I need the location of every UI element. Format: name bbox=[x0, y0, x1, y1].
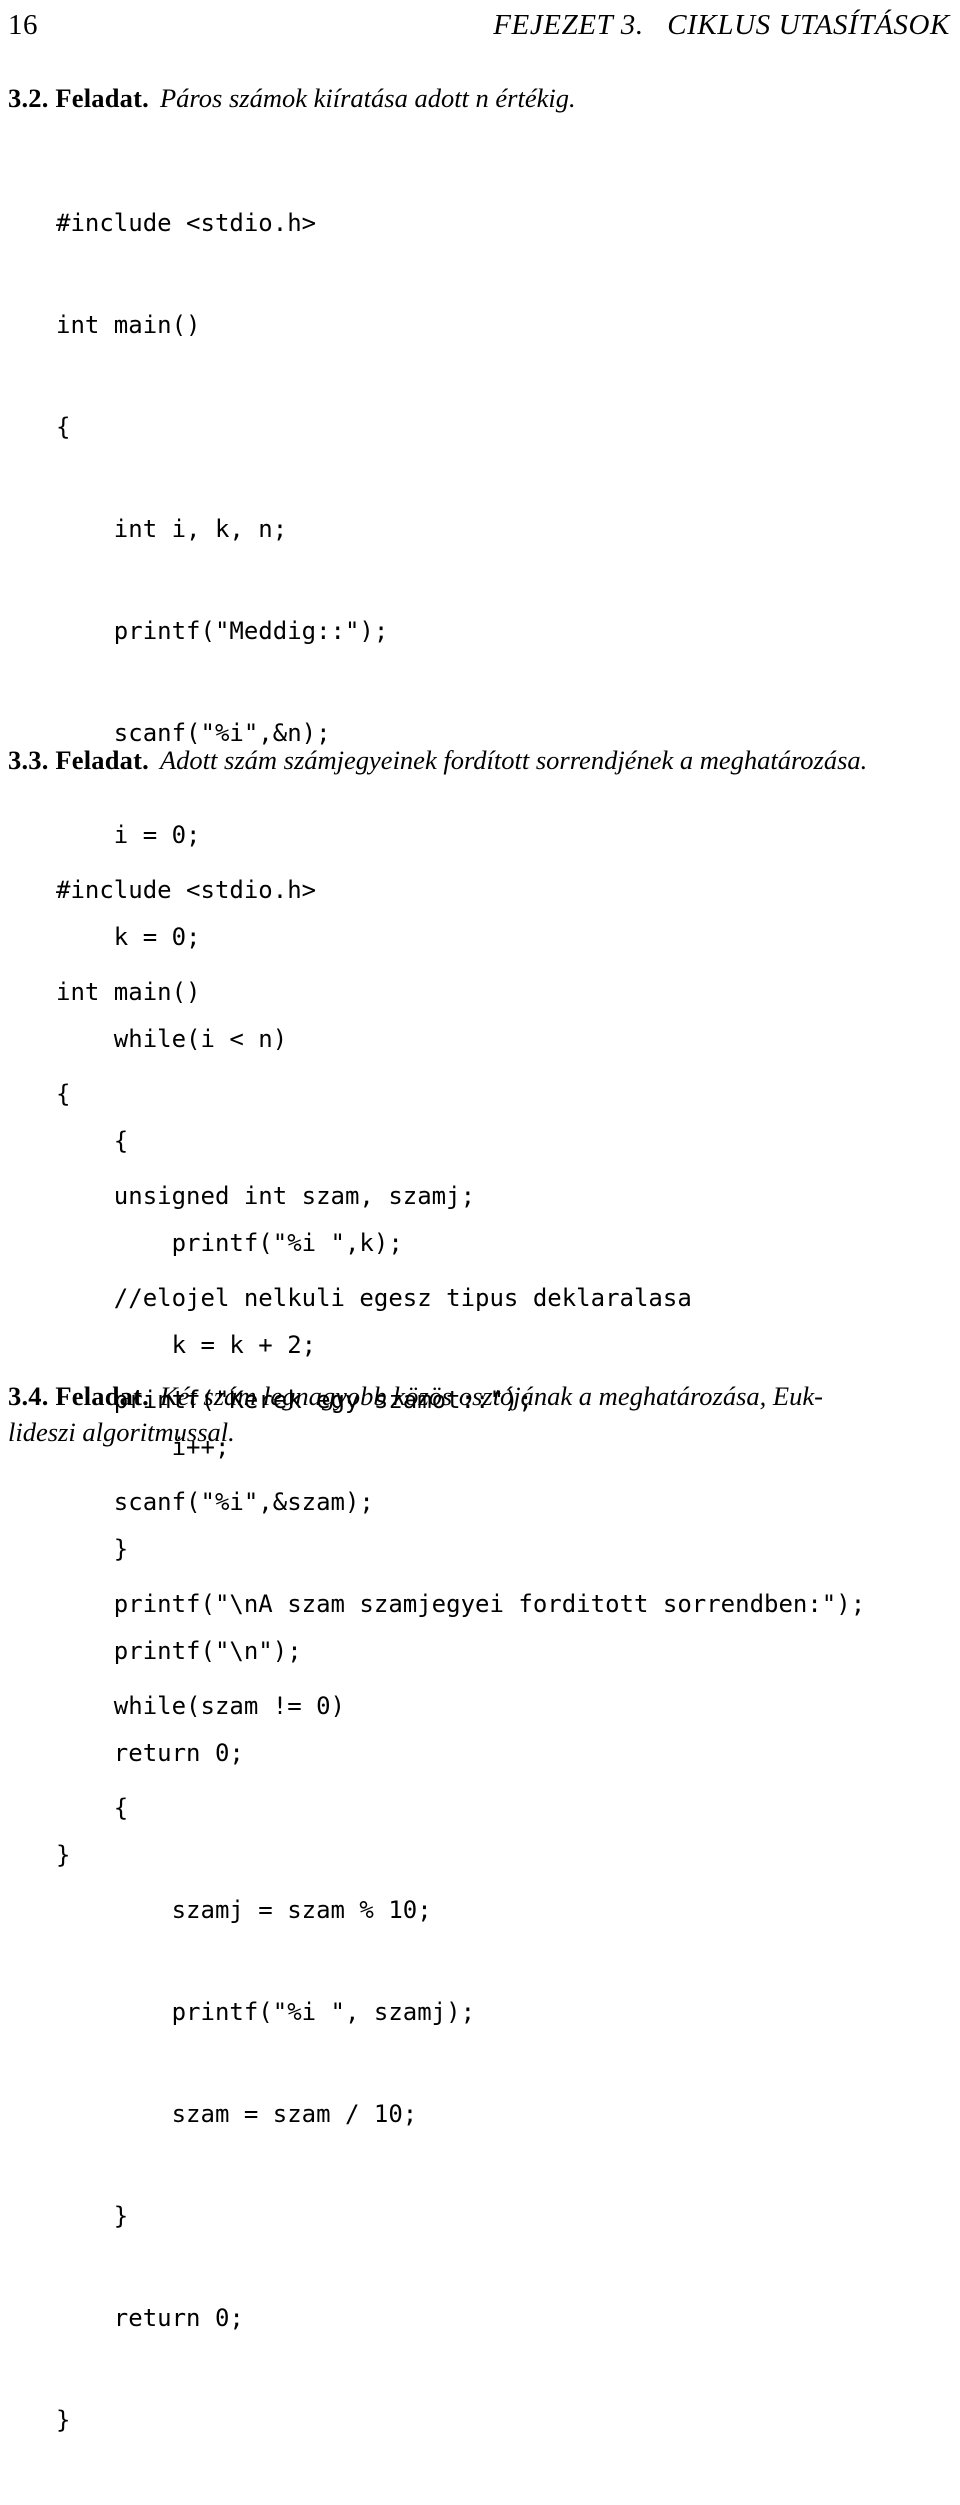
code-line: { bbox=[56, 413, 71, 441]
chapter-title: FEJEZET 3. CIKLUS UTASÍTÁSOK bbox=[493, 9, 950, 41]
code-line: szamj = szam % 10; bbox=[56, 1896, 432, 1924]
code-line: } bbox=[56, 2406, 71, 2434]
code-line: { bbox=[56, 1080, 71, 1108]
page-number: 16 bbox=[8, 9, 38, 41]
exercise-heading-3-4-continuation: lideszi algoritmussal. bbox=[8, 1414, 952, 1450]
code-line: while(szam != 0) bbox=[56, 1692, 345, 1720]
exercise-text-3-4-line2: lideszi algoritmussal. bbox=[8, 1417, 235, 1447]
exercise-heading-3-3: 3.3. Feladat. Adott szám számjegyeinek fo… bbox=[8, 742, 952, 778]
code-line: int i, k, n; bbox=[56, 515, 288, 543]
exercise-number-3-2: 3.2. Feladat. bbox=[8, 83, 149, 113]
document-page: 16 FEJEZET 3. CIKLUS UTASÍTÁSOK 3.2. Fel… bbox=[0, 0, 960, 2434]
code-line: szam = szam / 10; bbox=[56, 2100, 418, 2128]
code-line: #include <stdio.h> bbox=[56, 876, 317, 904]
exercise-heading-3-2: 3.2. Feladat. Páros számok kiíratása adot… bbox=[8, 80, 952, 116]
code-line: printf("\nA szam szamjegyei forditott so… bbox=[56, 1590, 866, 1618]
code-line: { bbox=[56, 1794, 129, 1822]
exercise-number-3-4: 3.4. Feladat. bbox=[8, 1381, 149, 1411]
code-line: printf("Meddig::"); bbox=[56, 617, 389, 645]
code-line: int main() bbox=[56, 311, 201, 339]
exercise-number-3-3: 3.3. Feladat. bbox=[8, 745, 149, 775]
code-line: //elojel nelkuli egesz tipus deklaralasa bbox=[56, 1284, 692, 1312]
exercise-text-3-3: Adott szám számjegyeinek fordított sorre… bbox=[159, 745, 868, 775]
code-line: return 0; bbox=[56, 2304, 244, 2332]
running-head: 16 FEJEZET 3. CIKLUS UTASÍTÁSOK bbox=[0, 6, 960, 46]
exercise-text-3-2: Páros számok kiíratása adott n értékig. bbox=[159, 83, 576, 113]
code-line: unsigned int szam, szamj; bbox=[56, 1182, 476, 1210]
exercise-heading-3-4: 3.4. Feladat. Két szám legnagyobb közös o… bbox=[8, 1378, 952, 1414]
code-line: #include <stdio.h> bbox=[56, 209, 317, 237]
exercise-text-3-4-line1: Két szám legnagyobb közös osztójának a m… bbox=[159, 1381, 823, 1411]
code-line: printf("%i ", szamj); bbox=[56, 1998, 476, 2026]
code-line: } bbox=[56, 2202, 129, 2230]
code-line: scanf("%i",&szam); bbox=[56, 1488, 374, 1516]
code-block-2: #include <stdio.h> int main() { unsigned… bbox=[56, 805, 865, 2505]
code-line: int main() bbox=[56, 978, 201, 1006]
